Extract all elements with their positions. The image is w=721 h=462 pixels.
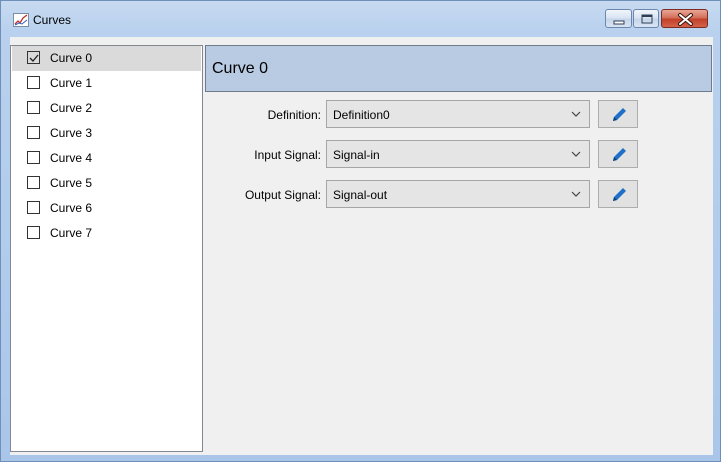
panel-header: Curve 0 [205, 45, 712, 92]
chevron-down-icon [571, 191, 581, 197]
checkmark-icon [29, 54, 39, 62]
output-signal-label: Output Signal: [244, 188, 321, 202]
edit-output-signal-button[interactable] [598, 180, 638, 208]
list-item-label: Curve 3 [50, 126, 93, 140]
list-item[interactable]: Curve 5 [12, 171, 201, 196]
edit-input-signal-button[interactable] [598, 140, 638, 168]
definition-label: Definition: [267, 108, 321, 122]
maximize-icon [641, 14, 653, 24]
curve-checkbox[interactable] [27, 176, 40, 189]
panel-title: Curve 0 [212, 60, 269, 77]
definition-dropdown[interactable]: Definition0 [326, 100, 590, 128]
list-item-label: Curve 6 [50, 201, 93, 215]
list-item[interactable]: Curve 2 [12, 96, 201, 121]
list-item[interactable]: Curve 6 [12, 196, 201, 221]
input-signal-dropdown[interactable]: Signal-in [326, 140, 590, 168]
list-item-label: Curve 0 [50, 51, 93, 65]
curve-checkbox[interactable] [27, 101, 40, 114]
chevron-down-icon [571, 111, 581, 117]
curve-checkbox[interactable] [27, 76, 40, 89]
curves-window: Curves Curve 0 Curve 1 Curve 2 Curve 3 C… [0, 0, 721, 462]
output-signal-dropdown[interactable]: Signal-out [326, 180, 590, 208]
pencil-icon [613, 148, 626, 161]
minimize-button[interactable] [605, 9, 632, 28]
curve-checkbox[interactable] [27, 201, 40, 214]
pencil-icon [613, 108, 626, 121]
window-title: Curves [33, 13, 72, 27]
curve-list[interactable]: Curve 0 Curve 1 Curve 2 Curve 3 Curve 4 … [10, 45, 203, 452]
list-item-label: Curve 7 [50, 226, 93, 240]
list-item[interactable]: Curve 0 [12, 46, 201, 71]
list-item-label: Curve 2 [50, 101, 93, 115]
curve-checkbox[interactable] [27, 226, 40, 239]
curve-checkbox[interactable] [27, 126, 40, 139]
minimize-icon [613, 20, 625, 25]
chevron-down-icon [571, 151, 581, 157]
list-item[interactable]: Curve 1 [12, 71, 201, 96]
list-item-label: Curve 1 [50, 76, 93, 90]
output-signal-value: Signal-out [333, 188, 388, 202]
list-item-label: Curve 5 [50, 176, 93, 190]
input-signal-value: Signal-in [333, 148, 380, 162]
edit-definition-button[interactable] [598, 100, 638, 128]
list-item[interactable]: Curve 3 [12, 121, 201, 146]
list-item[interactable]: Curve 7 [12, 221, 201, 246]
curve-checkbox[interactable] [27, 51, 40, 64]
curve-checkbox[interactable] [27, 151, 40, 164]
list-item-label: Curve 4 [50, 151, 93, 165]
pencil-icon [613, 188, 626, 201]
maximize-button[interactable] [633, 9, 659, 28]
list-item[interactable]: Curve 4 [12, 146, 201, 171]
title-bar[interactable]: Curves [1, 1, 720, 37]
input-signal-label: Input Signal: [254, 148, 321, 162]
chart-line-icon [13, 13, 29, 27]
definition-value: Definition0 [333, 108, 390, 122]
close-icon [678, 13, 693, 26]
close-button[interactable] [661, 9, 708, 28]
